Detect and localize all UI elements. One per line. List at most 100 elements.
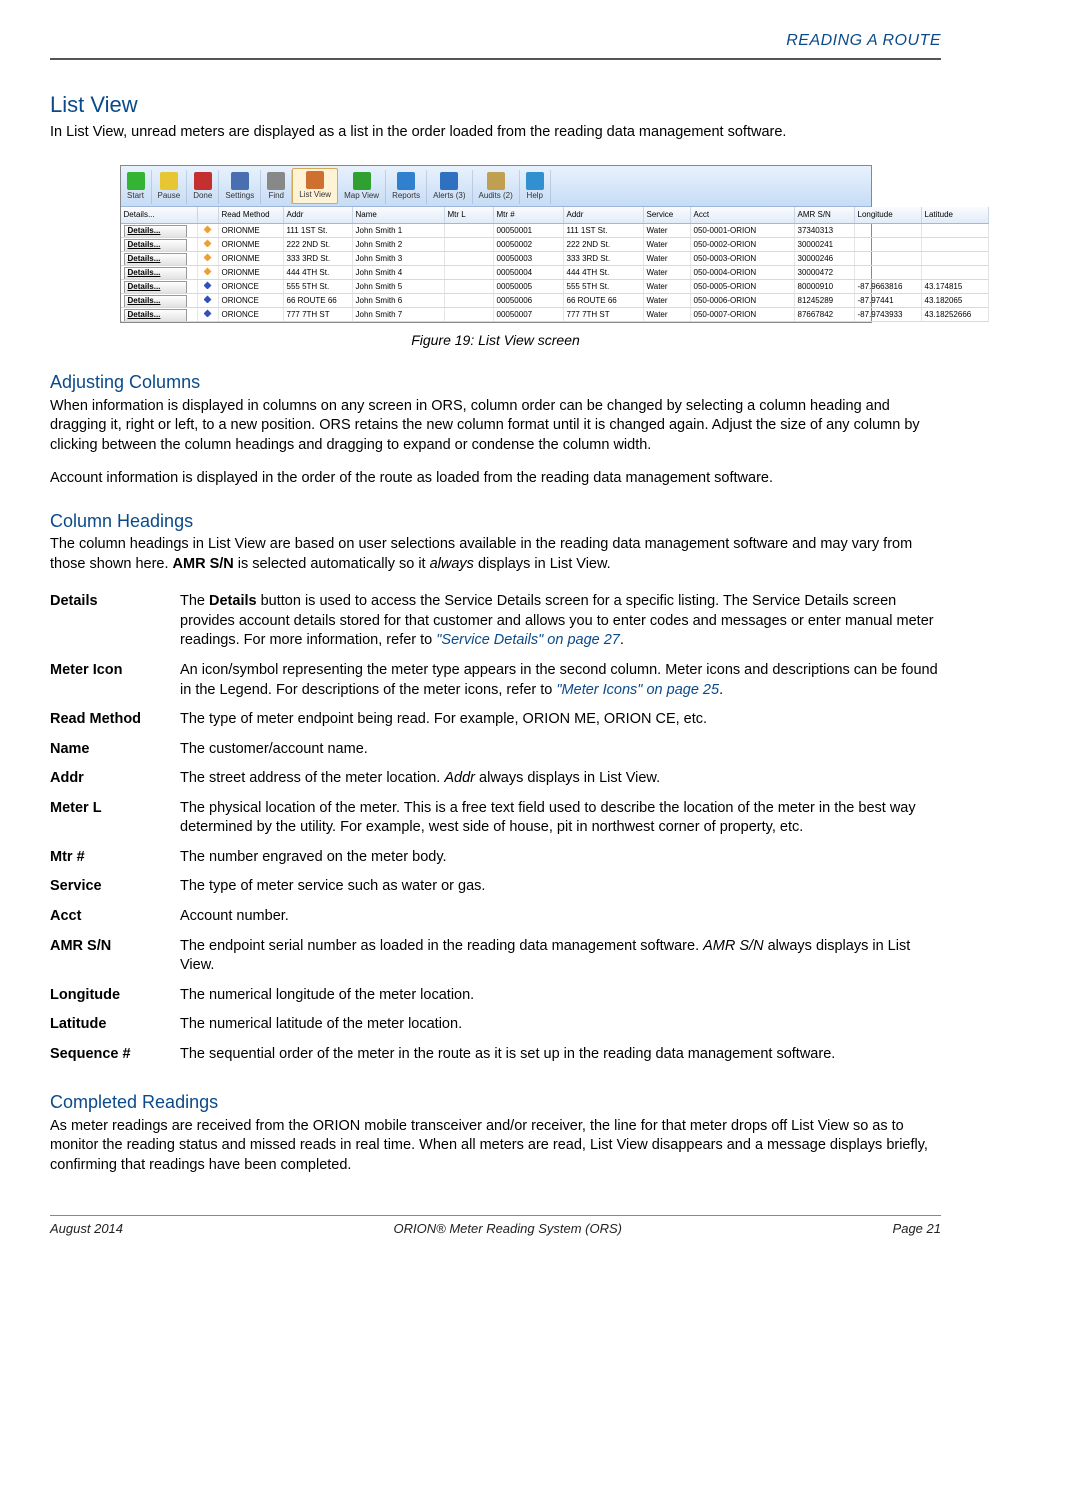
done-button[interactable]: Done: [187, 170, 219, 204]
table-cell: 050-0007-ORION: [691, 308, 795, 321]
meter-type-icon: [204, 239, 212, 247]
table-cell: Water: [644, 224, 691, 237]
alerts-button[interactable]: Alerts (3): [427, 170, 472, 204]
divider: [50, 58, 941, 60]
column-header[interactable]: Longitude: [855, 207, 922, 224]
start-button[interactable]: Start: [121, 170, 152, 204]
term-details: Details: [50, 588, 180, 657]
pause-button[interactable]: Pause: [152, 170, 188, 204]
table-cell: 00050006: [494, 294, 564, 307]
table-cell: 66 ROUTE 66: [564, 294, 644, 307]
section-header: READING A ROUTE: [50, 30, 941, 52]
adjusting-columns-p2: Account information is displayed in the …: [50, 469, 941, 489]
table-cell: Details...: [121, 308, 198, 321]
list-view-button[interactable]: List View: [292, 168, 338, 204]
table-cell: John Smith 2: [353, 238, 445, 251]
definitions-table: Details The Details button is used to ac…: [50, 588, 941, 1070]
table-cell: Water: [644, 294, 691, 307]
table-cell: 050-0003-ORION: [691, 252, 795, 265]
heading-adjusting-columns: Adjusting Columns: [50, 370, 941, 394]
table-cell: ORIONCE: [219, 280, 284, 293]
alerts-button-icon: [440, 172, 458, 190]
table-cell: [198, 252, 219, 265]
table-cell: 43.182065: [922, 294, 989, 307]
table-cell: [198, 280, 219, 293]
service-details-link[interactable]: "Service Details" on page 27: [436, 632, 620, 648]
adjusting-columns-p1: When information is displayed in columns…: [50, 397, 941, 456]
column-header[interactable]: Read Method: [219, 207, 284, 224]
table-cell: 87667842: [795, 308, 855, 321]
pause-button-icon: [160, 172, 178, 190]
table-cell: 050-0002-ORION: [691, 238, 795, 251]
term-name: Name: [50, 736, 180, 766]
table-cell: [445, 308, 494, 321]
desc-addr: The street address of the meter location…: [180, 765, 941, 795]
help-button-icon: [526, 172, 544, 190]
table-cell: 111 1ST St.: [564, 224, 644, 237]
details-button[interactable]: Details...: [124, 239, 187, 251]
table-cell: 66 ROUTE 66: [284, 294, 353, 307]
column-header[interactable]: Addr: [284, 207, 353, 224]
help-button-label: Help: [527, 191, 543, 202]
column-header[interactable]: Latitude: [922, 207, 989, 224]
column-header[interactable]: Acct: [691, 207, 795, 224]
desc-sequence: The sequential order of the meter in the…: [180, 1041, 941, 1071]
table-cell: [198, 266, 219, 279]
meter-type-icon: [204, 225, 212, 233]
table-cell: 00050001: [494, 224, 564, 237]
term-longitude: Longitude: [50, 982, 180, 1012]
desc-meter-icon: An icon/symbol representing the meter ty…: [180, 657, 941, 706]
reports-button[interactable]: Reports: [386, 170, 427, 204]
table-cell: [198, 308, 219, 321]
column-header[interactable]: Mtr L: [445, 207, 494, 224]
alerts-button-label: Alerts (3): [433, 191, 465, 202]
map-view-button[interactable]: Map View: [338, 170, 386, 204]
find-button-icon: [267, 172, 285, 190]
settings-button-icon: [231, 172, 249, 190]
figure-caption: Figure 19: List View screen: [50, 331, 941, 350]
term-amr: AMR S/N: [50, 933, 180, 982]
term-mtr-num: Mtr #: [50, 844, 180, 874]
table-cell: 050-0001-ORION: [691, 224, 795, 237]
term-meter-l: Meter L: [50, 795, 180, 844]
settings-button[interactable]: Settings: [219, 170, 261, 204]
table-row: Details...ORIONCE66 ROUTE 66John Smith 6…: [121, 294, 989, 308]
column-headings-intro: The column headings in List View are bas…: [50, 535, 941, 574]
column-header[interactable]: [198, 207, 219, 224]
column-header[interactable]: Details...: [121, 207, 198, 224]
details-button[interactable]: Details...: [124, 253, 187, 265]
meter-icons-link[interactable]: "Meter Icons" on page 25: [556, 682, 719, 698]
desc-read-method: The type of meter endpoint being read. F…: [180, 706, 941, 736]
meter-type-icon: [204, 281, 212, 289]
details-button[interactable]: Details...: [124, 281, 187, 293]
column-header[interactable]: Service: [644, 207, 691, 224]
heading-completed-readings: Completed Readings: [50, 1090, 941, 1114]
find-button[interactable]: Find: [261, 170, 292, 204]
table-cell: ORIONME: [219, 238, 284, 251]
column-header[interactable]: Mtr #: [494, 207, 564, 224]
table-cell: -87.9743933: [855, 308, 922, 321]
audits-button[interactable]: Audits (2): [473, 170, 520, 204]
page-footer: August 2014 ORION® Meter Reading System …: [50, 1215, 941, 1238]
column-header[interactable]: Name: [353, 207, 445, 224]
term-latitude: Latitude: [50, 1011, 180, 1041]
table-cell: John Smith 4: [353, 266, 445, 279]
table-cell: 37340313: [795, 224, 855, 237]
settings-button-label: Settings: [225, 191, 254, 202]
column-header[interactable]: AMR S/N: [795, 207, 855, 224]
table-row: Details...ORIONME111 1ST St.John Smith 1…: [121, 224, 989, 238]
audits-button-label: Audits (2): [479, 191, 513, 202]
column-header[interactable]: Addr: [564, 207, 644, 224]
details-button[interactable]: Details...: [124, 225, 187, 237]
help-button[interactable]: Help: [520, 170, 551, 204]
table-cell: ORIONME: [219, 224, 284, 237]
table-cell: [922, 238, 989, 251]
heading-list-view: List View: [50, 90, 941, 120]
details-button[interactable]: Details...: [124, 267, 187, 279]
details-button[interactable]: Details...: [124, 309, 187, 321]
term-meter-icon: Meter Icon: [50, 657, 180, 706]
table-cell: 81245289: [795, 294, 855, 307]
details-button[interactable]: Details...: [124, 295, 187, 307]
footer-date: August 2014: [50, 1220, 123, 1238]
table-cell: John Smith 5: [353, 280, 445, 293]
